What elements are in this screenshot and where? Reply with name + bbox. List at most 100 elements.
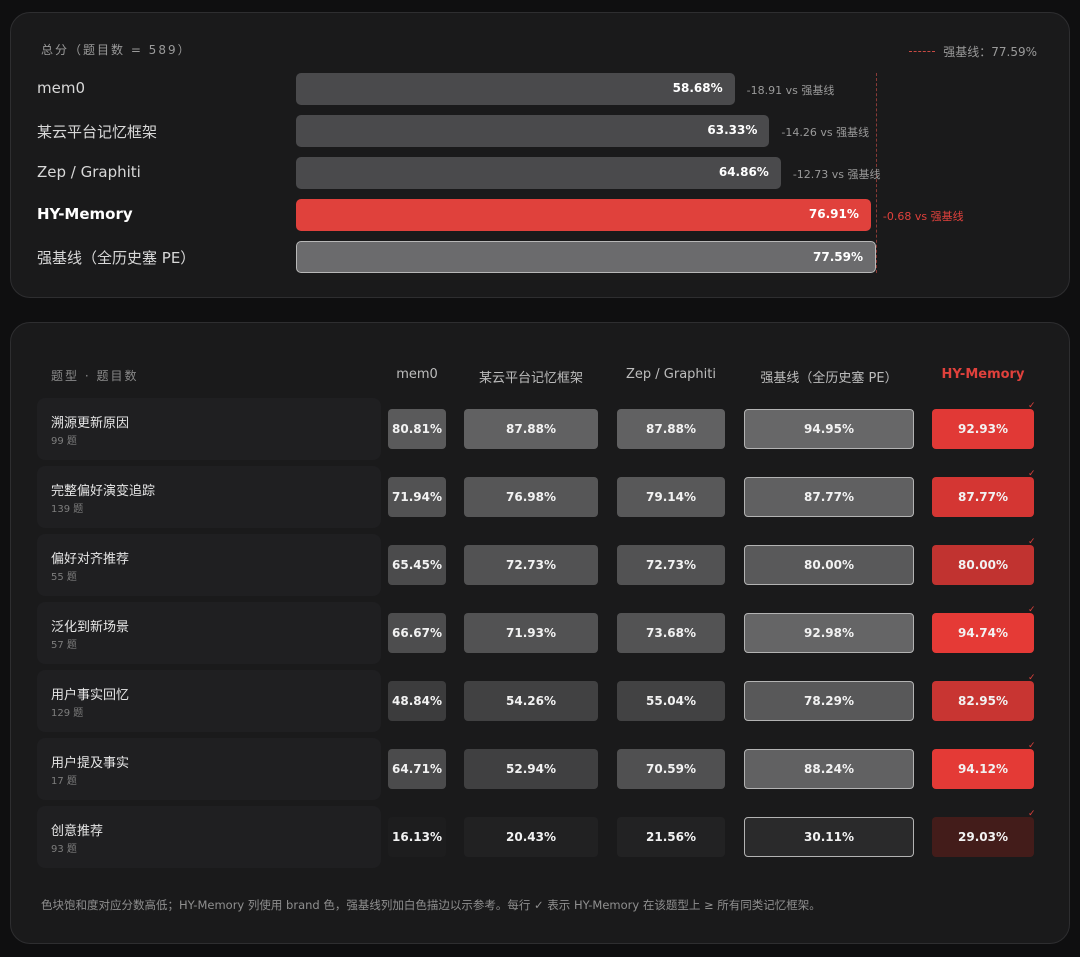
- bar-track: 77.59%: [296, 241, 876, 273]
- score-cell: 92.93%: [932, 409, 1034, 449]
- summary-heading: 总分（题目数 = 589）: [41, 43, 192, 57]
- score-bar: 63.33%: [296, 115, 770, 147]
- bar-label: HY-Memory: [37, 205, 133, 223]
- score-cell: 94.95%: [744, 409, 914, 449]
- check-icon: ✓: [1028, 673, 1036, 683]
- row-name: 完整偏好演变追踪: [51, 484, 156, 499]
- row-name: 用户事实回忆: [51, 688, 130, 703]
- check-icon: ✓: [1028, 401, 1036, 411]
- row-name: 创意推荐: [51, 824, 104, 839]
- bar-track: 64.86%: [296, 157, 876, 189]
- score-cell: 92.98%: [744, 613, 914, 653]
- table-row: 溯源更新原因 99 题 80.81% 87.88% 87.88% 94.95% 92.93%…: [11, 398, 1069, 460]
- score-cell: 80.00%: [744, 545, 914, 585]
- table-row: 泛化到新场景 57 题 66.67% 71.93% 73.68% 92.98% 94.74%…: [11, 602, 1069, 664]
- row-count: 17 题: [51, 776, 77, 787]
- score-cell: 71.93%: [464, 613, 598, 653]
- score-cell: 70.59%: [617, 749, 725, 789]
- bar-delta-label: -18.91 vs 强基线: [746, 84, 835, 97]
- table-row: 偏好对齐推荐 55 题 65.45% 72.73% 72.73% 80.00% 80.00%…: [11, 534, 1069, 596]
- column-header: 某云平台记忆框架: [478, 371, 584, 386]
- bar-value-label: 63.33%: [707, 123, 758, 137]
- row-count: 55 题: [51, 572, 77, 583]
- row-name: 偏好对齐推荐: [51, 552, 130, 567]
- row-label: 用户提及事实 17 题: [37, 738, 381, 800]
- footnote: 色块饱和度对应分数高低；HY-Memory 列使用 brand 色，强基线列加白…: [41, 898, 821, 912]
- bar-row: Zep / Graphiti 64.86% -12.73 vs 强基线: [11, 157, 1069, 189]
- table-row: 用户事实回忆 129 题 48.84% 54.26% 55.04% 78.29% 82.95…: [11, 670, 1069, 732]
- bar-label: 某云平台记忆框架: [37, 123, 158, 141]
- column-header: Zep / Graphiti: [626, 367, 716, 382]
- score-cell: 87.88%: [617, 409, 725, 449]
- bar-row: HY-Memory 76.91% -0.68 vs 强基线: [11, 199, 1069, 231]
- bar-value-label: 64.86%: [718, 165, 769, 179]
- score-cell: 65.45%: [388, 545, 446, 585]
- bar-delta-label: -14.26 vs 强基线: [781, 126, 870, 139]
- column-header: 强基线（全历史塞 PE）: [760, 371, 898, 386]
- bar-label: Zep / Graphiti: [37, 163, 141, 181]
- score-cell: 20.43%: [464, 817, 598, 857]
- bar-track: 76.91%: [296, 199, 876, 231]
- category-panel: 题型 · 题目数 mem0 某云平台记忆框架 Zep / Graphiti 强基线（全历…: [10, 322, 1070, 944]
- score-cell: 76.98%: [464, 477, 598, 517]
- row-label: 泛化到新场景 57 题: [37, 602, 381, 664]
- bar-row: mem0 58.68% -18.91 vs 强基线: [11, 73, 1069, 105]
- score-cell: 54.26%: [464, 681, 598, 721]
- column-header-category: 题型 · 题目数: [51, 369, 139, 383]
- check-icon: ✓: [1028, 605, 1036, 615]
- score-cell: 16.13%: [388, 817, 446, 857]
- bar-delta-label: -0.68 vs 强基线: [882, 210, 964, 223]
- score-cell: 48.84%: [388, 681, 446, 721]
- baseline-legend-line: [909, 51, 936, 52]
- row-label: 用户事实回忆 129 题: [37, 670, 381, 732]
- column-header: HY-Memory: [941, 367, 1025, 382]
- baseline-legend: 强基线：77.59%: [909, 43, 1037, 60]
- bar-value-label: 76.91%: [808, 207, 859, 221]
- score-cell: 87.77%: [744, 477, 914, 517]
- bar-row: 某云平台记忆框架 63.33% -14.26 vs 强基线: [11, 115, 1069, 147]
- row-label: 完整偏好演变追踪 139 题: [37, 466, 381, 528]
- score-cell: 30.11%: [744, 817, 914, 857]
- bar-label: 强基线（全历史塞 PE）: [37, 249, 196, 267]
- row-count: 139 题: [51, 504, 84, 515]
- score-cell: 52.94%: [464, 749, 598, 789]
- check-icon: ✓: [1028, 809, 1036, 819]
- check-icon: ✓: [1028, 537, 1036, 547]
- bar-delta-label: -12.73 vs 强基线: [792, 168, 881, 181]
- score-cell: 78.29%: [744, 681, 914, 721]
- score-cell: 80.81%: [388, 409, 446, 449]
- score-bar: 76.91%: [296, 199, 871, 231]
- summary-panel: 总分（题目数 = 589） 强基线：77.59% mem0 58.68% -18.9…: [10, 12, 1070, 298]
- score-cell: 82.95%: [932, 681, 1034, 721]
- check-icon: ✓: [1028, 741, 1036, 751]
- row-label: 溯源更新原因 99 题: [37, 398, 381, 460]
- score-cell: 66.67%: [388, 613, 446, 653]
- row-count: 129 题: [51, 708, 84, 719]
- score-cell: 88.24%: [744, 749, 914, 789]
- check-icon: ✓: [1028, 469, 1036, 479]
- row-count: 99 题: [51, 436, 77, 447]
- score-cell: 79.14%: [617, 477, 725, 517]
- row-name: 泛化到新场景: [51, 620, 130, 635]
- score-cell: 29.03%: [932, 817, 1034, 857]
- row-label: 创意推荐 93 题: [37, 806, 381, 868]
- bar-label: mem0: [37, 79, 85, 97]
- row-name: 用户提及事实: [51, 756, 130, 771]
- row-label: 偏好对齐推荐 55 题: [37, 534, 381, 596]
- bar-value-label: 77.59%: [813, 250, 863, 264]
- score-cell: 72.73%: [464, 545, 598, 585]
- table-row: 用户提及事实 17 题 64.71% 52.94% 70.59% 88.24% 94.12%…: [11, 738, 1069, 800]
- row-count: 57 题: [51, 640, 77, 651]
- row-count: 93 题: [51, 844, 77, 855]
- score-bar: 77.59%: [296, 241, 876, 273]
- score-bar: 64.86%: [296, 157, 781, 189]
- score-cell: 71.94%: [388, 477, 446, 517]
- column-header: mem0: [396, 367, 438, 382]
- score-cell: 73.68%: [617, 613, 725, 653]
- table-row: 创意推荐 93 题 16.13% 20.43% 21.56% 30.11% 29.03% ✓: [11, 806, 1069, 868]
- score-bar: 58.68%: [296, 73, 735, 105]
- bar-row: 强基线（全历史塞 PE） 77.59%: [11, 241, 1069, 273]
- score-cell: 87.77%: [932, 477, 1034, 517]
- score-cell: 94.12%: [932, 749, 1034, 789]
- score-cell: 87.88%: [464, 409, 598, 449]
